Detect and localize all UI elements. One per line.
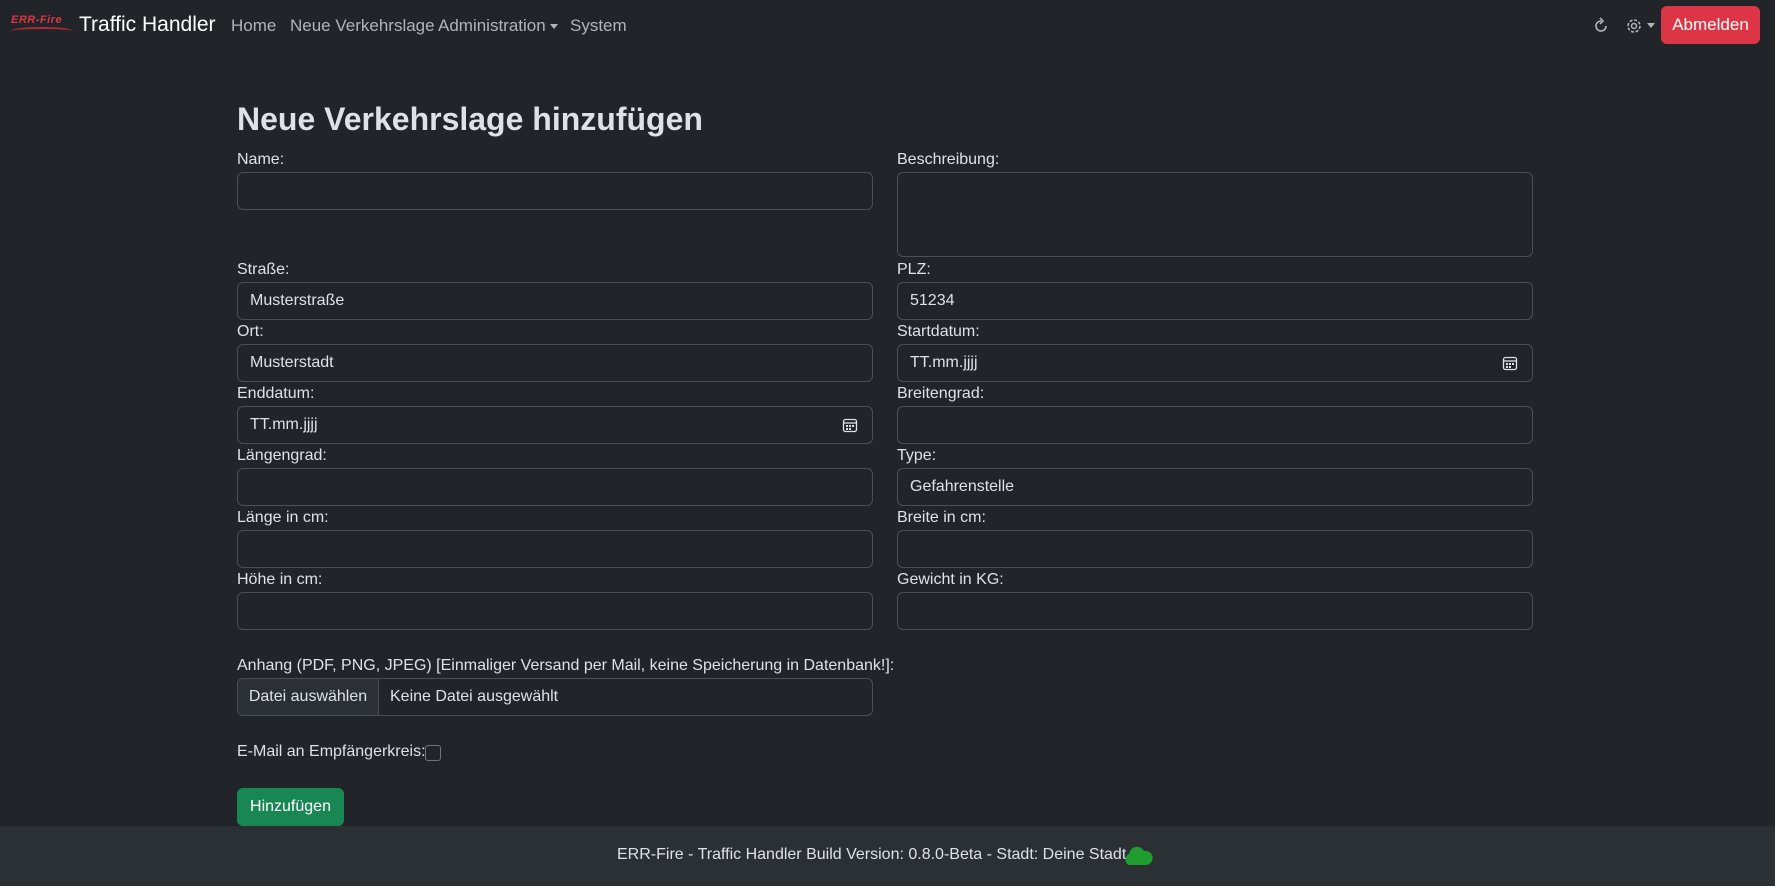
type-select[interactable]: Gefahrenstelle <box>897 468 1533 506</box>
plz-input-value: 51234 <box>910 292 955 309</box>
submit-button[interactable]: Hinzufügen <box>237 788 344 826</box>
brand-logo-swoosh <box>11 27 73 35</box>
settings-dropdown[interactable] <box>1624 16 1655 36</box>
enddatum-input[interactable]: TT.mm.jjjj <box>237 406 873 444</box>
breite-input[interactable] <box>897 530 1533 568</box>
choose-file-button[interactable]: Datei auswählen <box>238 679 379 715</box>
strasse-input-value: Musterstraße <box>250 292 345 309</box>
enddatum-label: Enddatum: <box>237 385 315 402</box>
startdatum-label: Startdatum: <box>897 323 980 340</box>
chevron-down-icon <box>549 24 558 30</box>
gewicht-input[interactable] <box>897 592 1533 630</box>
enddatum-input-value: TT.mm.jjjj <box>250 416 318 433</box>
calendar-icon[interactable] <box>842 417 858 433</box>
ort-input-value: Musterstadt <box>250 354 334 371</box>
type-label: Type: <box>897 447 937 464</box>
nav-dropdown-administration-label: Administration <box>438 16 546 35</box>
laengengrad-label: Längengrad: <box>237 447 327 464</box>
plz-input[interactable]: 51234 <box>897 282 1533 320</box>
nav-link-home[interactable]: Home <box>231 16 276 36</box>
nav-dropdown-administration[interactable]: Administration <box>438 16 558 36</box>
strasse-input[interactable]: Musterstraße <box>237 282 873 320</box>
plz-label: PLZ: <box>897 261 931 278</box>
gewicht-label: Gewicht in KG: <box>897 571 1004 588</box>
ort-input[interactable]: Musterstadt <box>237 344 873 382</box>
name-input[interactable] <box>237 172 873 210</box>
email-label: E-Mail an Empfängerkreis: <box>237 743 426 760</box>
breitengrad-label: Breitengrad: <box>897 385 985 402</box>
cloud-icon <box>1125 846 1153 865</box>
gear-icon <box>1627 19 1641 33</box>
ort-label: Ort: <box>237 323 264 340</box>
brand-title[interactable]: Traffic Handler <box>79 13 216 37</box>
email-checkbox[interactable] <box>425 745 441 761</box>
startdatum-input-value: TT.mm.jjjj <box>910 354 978 371</box>
laengengrad-input[interactable] <box>237 468 873 506</box>
hoehe-label: Höhe in cm: <box>237 571 323 588</box>
anhang-label: Anhang (PDF, PNG, JPEG) [Einmaliger Vers… <box>237 657 895 674</box>
beschreibung-textarea[interactable] <box>897 172 1533 257</box>
logout-button[interactable]: Abmelden <box>1661 6 1760 44</box>
hoehe-input[interactable] <box>237 592 873 630</box>
breite-label: Breite in cm: <box>897 509 986 526</box>
calendar-icon[interactable] <box>1502 355 1518 371</box>
footer-text: ERR-Fire - Traffic Handler Build Version… <box>617 846 1127 863</box>
strasse-label: Straße: <box>237 261 290 278</box>
page-title: Neue Verkehrslage hinzufügen <box>237 101 703 137</box>
footer: ERR-Fire - Traffic Handler Build Version… <box>0 826 1775 886</box>
name-label: Name: <box>237 151 285 168</box>
attachment-file-input[interactable]: Datei auswählen Keine Datei ausgewählt <box>237 678 873 716</box>
type-select-value: Gefahrenstelle <box>910 478 1015 495</box>
laenge-label: Länge in cm: <box>237 509 329 526</box>
brand-logo-text: ERR-Fire <box>11 14 63 26</box>
beschreibung-label: Beschreibung: <box>897 151 1000 168</box>
file-status-text: Keine Datei ausgewählt <box>390 688 559 705</box>
startdatum-input[interactable]: TT.mm.jjjj <box>897 344 1533 382</box>
refresh-icon[interactable] <box>1591 16 1611 36</box>
breitengrad-input[interactable] <box>897 406 1533 444</box>
nav-link-system[interactable]: System <box>570 16 627 36</box>
chevron-down-icon <box>1647 23 1655 28</box>
nav-link-neue-verkehrslage[interactable]: Neue Verkehrslage <box>290 16 435 36</box>
brand-logo[interactable]: ERR-Fire <box>11 14 73 29</box>
laenge-input[interactable] <box>237 530 873 568</box>
navbar: ERR-Fire Traffic Handler Home Neue Verke… <box>0 0 1775 52</box>
